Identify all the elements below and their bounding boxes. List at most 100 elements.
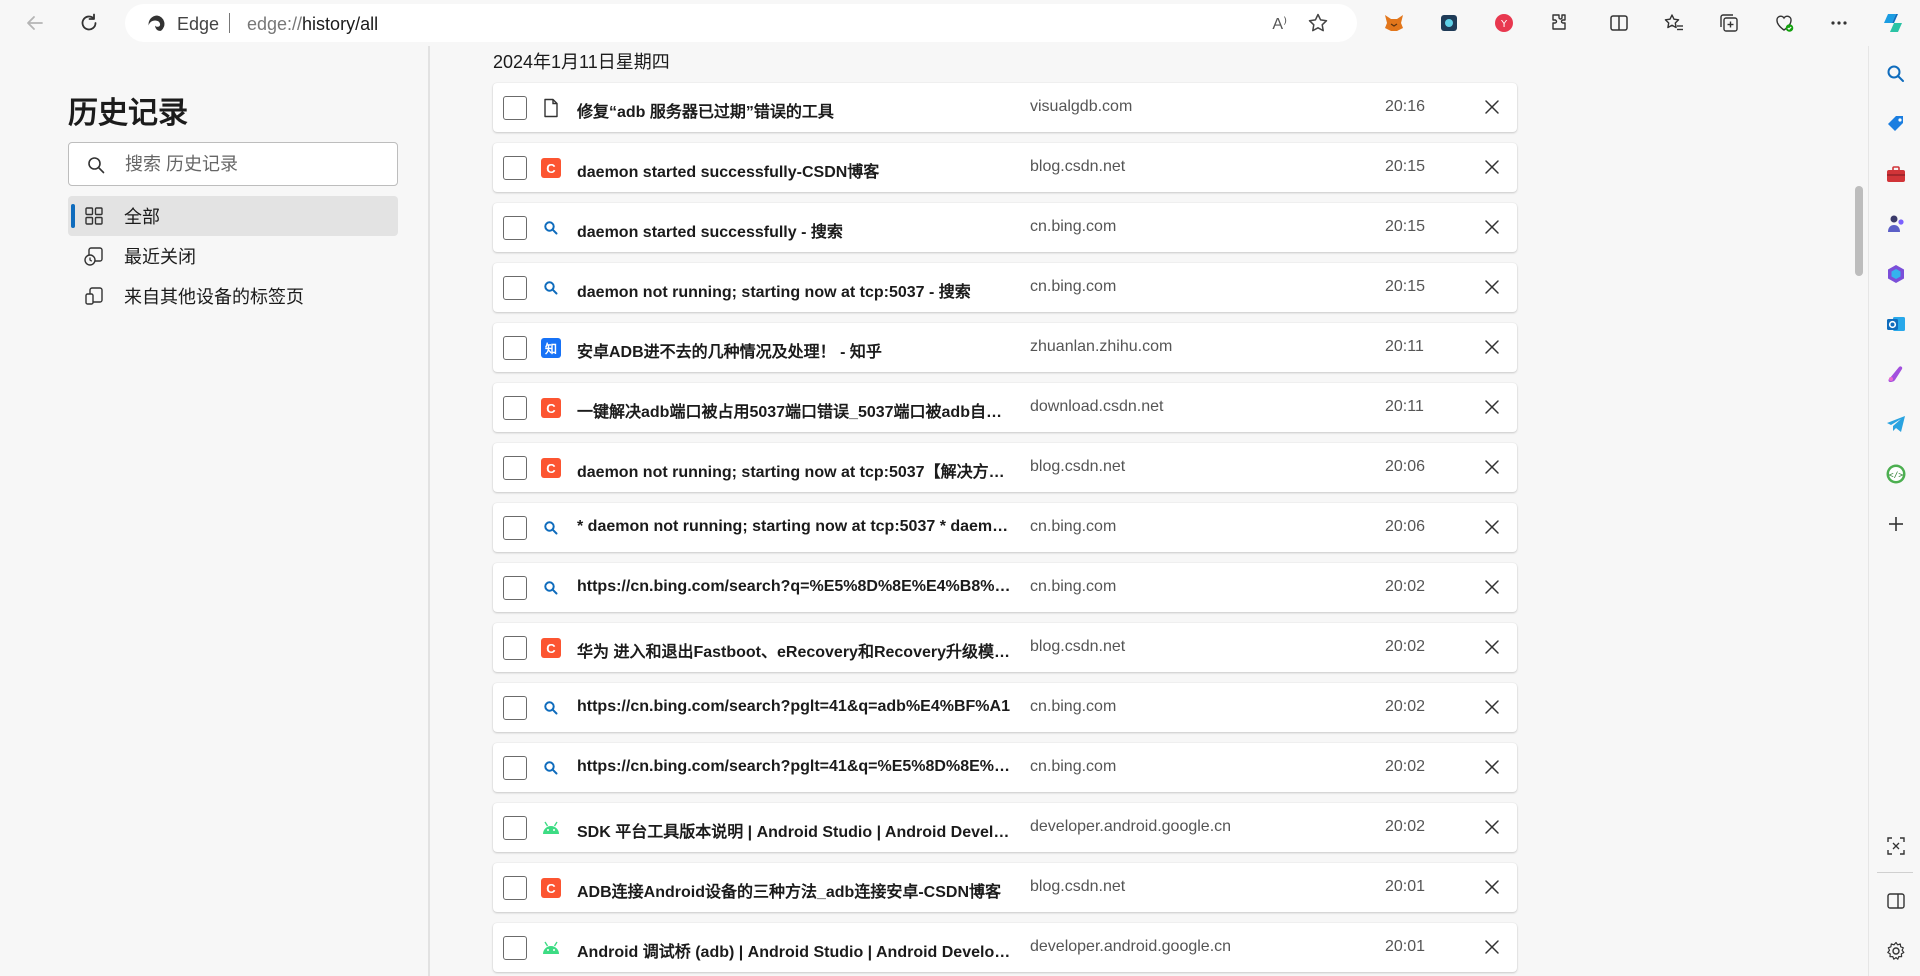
csdn-icon: C [541, 158, 561, 178]
entry-checkbox[interactable] [503, 756, 527, 780]
entry-title[interactable]: Android 调试桥 (adb) | Android Studio | And… [577, 938, 1017, 962]
entry-checkbox[interactable] [503, 276, 527, 300]
url-scheme: edge:// [247, 14, 303, 34]
extensions-icon[interactable] [1544, 8, 1574, 38]
microsoft-365-icon[interactable] [1883, 261, 1909, 287]
read-aloud-icon[interactable]: A⁾ [1272, 14, 1287, 34]
entry-title[interactable]: * daemon not running; starting now at tc… [577, 518, 1017, 536]
entry-title[interactable]: daemon started successfully - 搜索 [577, 218, 1017, 242]
favorite-star-icon[interactable] [1307, 12, 1329, 39]
history-entry-row[interactable]: Cdaemon started successfully-CSDN博客 blog.… [493, 143, 1517, 192]
url-text[interactable]: edge://history/all [247, 14, 378, 35]
close-icon[interactable] [1480, 215, 1504, 239]
other-devices-icon [82, 284, 106, 308]
devtools-app-icon[interactable]: </> [1883, 461, 1909, 487]
designer-icon[interactable] [1883, 361, 1909, 387]
entry-checkbox[interactable] [503, 696, 527, 720]
games-icon[interactable] [1883, 211, 1909, 237]
entry-title[interactable]: 修复“adb 服务器已过期”错误的工具 [577, 98, 1017, 122]
entry-title[interactable]: daemon not running; starting now at tcp:… [577, 278, 1017, 302]
split-screen-icon[interactable] [1604, 8, 1634, 38]
fox-extension-icon[interactable] [1379, 8, 1409, 38]
tools-icon[interactable] [1883, 161, 1909, 187]
scrollbar-thumb[interactable] [1855, 186, 1863, 276]
close-icon[interactable] [1480, 635, 1504, 659]
collections-icon[interactable] [1714, 8, 1744, 38]
close-icon[interactable] [1480, 515, 1504, 539]
entry-checkbox[interactable] [503, 576, 527, 600]
telegram-icon[interactable] [1883, 411, 1909, 437]
entry-title[interactable]: ADB连接Android设备的三种方法_adb连接安卓-CSDN博客 [577, 878, 1017, 902]
entry-time: 20:01 [1385, 878, 1426, 895]
history-entry-row[interactable]: https://cn.bing.com/search?q=%E5%8D%8E%E… [493, 563, 1517, 612]
screenshot-icon[interactable] [1883, 833, 1909, 859]
close-icon[interactable] [1480, 815, 1504, 839]
history-search-input[interactable] [125, 151, 385, 177]
close-icon[interactable] [1480, 695, 1504, 719]
puzzle-app-icon[interactable] [1434, 8, 1464, 38]
hide-sidebar-icon[interactable] [1883, 888, 1909, 914]
entry-title[interactable]: 一键解决adb端口被占用5037端口错误_5037端口被adb自己占用 [577, 398, 1017, 422]
history-entry-row[interactable]: 修复“adb 服务器已过期”错误的工具 visualgdb.com 20:16 [493, 83, 1517, 132]
entry-title[interactable]: daemon not running; starting now at tcp:… [577, 458, 1017, 482]
history-entry-row[interactable]: https://cn.bing.com/search?pglt=41&q=adb… [493, 683, 1517, 732]
nav-item-recently-closed[interactable]: 最近关闭 [68, 236, 398, 276]
close-icon[interactable] [1480, 935, 1504, 959]
entry-title[interactable]: https://cn.bing.com/search?pglt=41&q=%E5… [577, 758, 1017, 776]
close-icon[interactable] [1480, 455, 1504, 479]
nav-item-other-devices[interactable]: 来自其他设备的标签页 [68, 276, 398, 316]
history-entry-row[interactable]: SDK 平台工具版本说明 | Android Studio | Android … [493, 803, 1517, 852]
search-icon[interactable] [1883, 61, 1909, 87]
history-entry-row[interactable]: * daemon not running; starting now at tc… [493, 503, 1517, 552]
entry-checkbox[interactable] [503, 936, 527, 960]
translate-extension-icon[interactable]: Y [1489, 8, 1519, 38]
entry-checkbox[interactable] [503, 636, 527, 660]
history-entry-row[interactable]: Cdaemon not running; starting now at tcp… [493, 443, 1517, 492]
settings-icon[interactable] [1883, 938, 1909, 964]
copilot-icon[interactable] [1878, 8, 1908, 38]
history-entry-row[interactable]: C 华为 进入和退出Fastboot、eRecovery和Recovery升级模式… [493, 623, 1517, 672]
refresh-icon[interactable] [74, 8, 104, 38]
history-entry-row[interactable]: daemon not running; starting now at tcp:… [493, 263, 1517, 312]
close-icon[interactable] [1480, 95, 1504, 119]
favorites-icon[interactable] [1659, 8, 1689, 38]
outlook-icon[interactable] [1883, 311, 1909, 337]
entry-checkbox[interactable] [503, 876, 527, 900]
close-icon[interactable] [1480, 155, 1504, 179]
entry-title[interactable]: https://cn.bing.com/search?q=%E5%8D%8E%E… [577, 578, 1017, 596]
history-search-box[interactable] [68, 142, 398, 186]
add-icon[interactable] [1883, 511, 1909, 537]
entry-checkbox[interactable] [503, 816, 527, 840]
nav-item-all[interactable]: 全部 [68, 196, 398, 236]
entry-title[interactable]: 华为 进入和退出Fastboot、eRecovery和Recovery升级模式-… [577, 638, 1017, 662]
entry-checkbox[interactable] [503, 156, 527, 180]
entry-title[interactable]: daemon started successfully-CSDN博客 [577, 158, 1017, 182]
history-entry-row[interactable]: daemon started successfully - 搜索 cn.bing.… [493, 203, 1517, 252]
entry-title[interactable]: https://cn.bing.com/search?pglt=41&q=adb… [577, 698, 1017, 716]
close-icon[interactable] [1480, 875, 1504, 899]
browser-essentials-icon[interactable] [1769, 8, 1799, 38]
entry-title[interactable]: SDK 平台工具版本说明 | Android Studio | Android … [577, 818, 1017, 842]
close-icon[interactable] [1480, 395, 1504, 419]
back-icon[interactable] [20, 8, 50, 38]
history-entry-row[interactable]: Android 调试桥 (adb) | Android Studio | And… [493, 923, 1517, 972]
entry-checkbox[interactable] [503, 96, 527, 120]
close-icon[interactable] [1480, 335, 1504, 359]
entry-checkbox[interactable] [503, 516, 527, 540]
entry-checkbox[interactable] [503, 396, 527, 420]
address-bar[interactable]: Edge edge://history/all A⁾ [125, 4, 1357, 42]
entry-checkbox[interactable] [503, 216, 527, 240]
entry-checkbox[interactable] [503, 336, 527, 360]
history-entry-row[interactable]: C 一键解决adb端口被占用5037端口错误_5037端口被adb自己占用 down… [493, 383, 1517, 432]
close-icon[interactable] [1480, 275, 1504, 299]
entry-title[interactable]: 安卓ADB进不去的几种情况及处理！ - 知乎 [577, 338, 1017, 362]
more-icon[interactable] [1824, 8, 1854, 38]
close-icon[interactable] [1480, 575, 1504, 599]
bing-search-icon [541, 698, 561, 718]
close-icon[interactable] [1480, 755, 1504, 779]
history-entry-row[interactable]: 知安卓ADB进不去的几种情况及处理！ - 知乎 zhuanlan.zhihu.co… [493, 323, 1517, 372]
entry-checkbox[interactable] [503, 456, 527, 480]
history-entry-row[interactable]: https://cn.bing.com/search?pglt=41&q=%E5… [493, 743, 1517, 792]
history-entry-row[interactable]: C ADB连接Android设备的三种方法_adb连接安卓-CSDN博客 blog.… [493, 863, 1517, 912]
shopping-tag-icon[interactable] [1883, 111, 1909, 137]
